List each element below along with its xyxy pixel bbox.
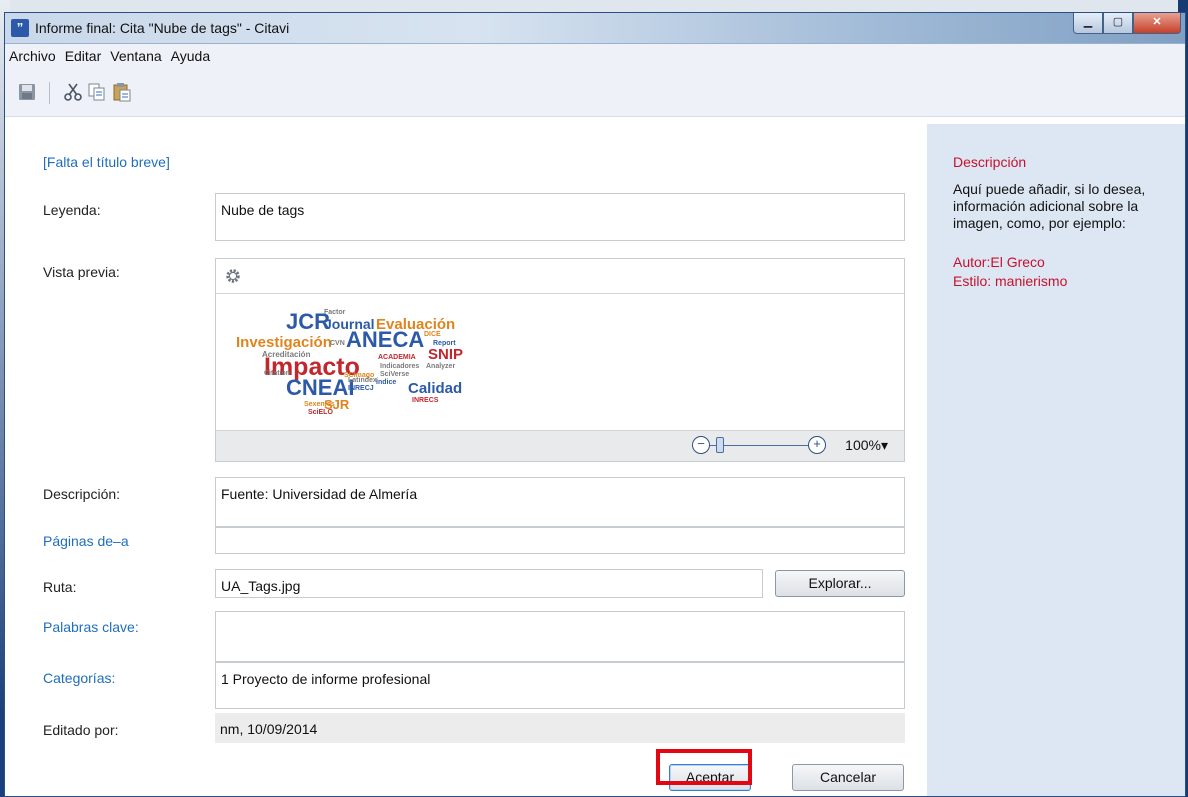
tag-word: CNEAI [286, 375, 355, 400]
zoom-out-icon[interactable]: − [692, 436, 710, 454]
copy-icon[interactable] [87, 82, 107, 102]
zoom-slider-track[interactable] [710, 445, 812, 446]
tag-word: Latindex [348, 377, 377, 384]
chevron-down-icon: ▾ [880, 437, 888, 453]
menu-editar[interactable]: Editar [61, 44, 107, 64]
menu-ayuda[interactable]: Ayuda [167, 44, 215, 64]
tag-word: Investigación [236, 334, 332, 351]
desktop-background [0, 0, 1188, 12]
description-field[interactable]: Fuente: Universidad de Almería [215, 477, 905, 527]
paste-icon[interactable] [112, 82, 132, 102]
accept-button-highlight [656, 749, 752, 785]
zoom-slider-thumb[interactable] [716, 437, 724, 453]
image-preview: JCR Factor Journal Evaluación Investigac… [215, 258, 905, 462]
gear-icon[interactable] [224, 267, 242, 285]
citavi-app-icon: ” [11, 19, 29, 37]
sidebar-help-text: Aquí puede añadir, si lo desea, informac… [953, 181, 1146, 231]
tag-word: ANECA [346, 327, 425, 352]
save-icon[interactable] [17, 82, 37, 102]
caption-field[interactable]: Nube de tags [215, 193, 905, 241]
tag-word: SNIP [428, 346, 464, 363]
tag-cloud-image: JCR Factor Journal Evaluación Investigac… [216, 293, 906, 431]
keywords-link[interactable]: Palabras clave: [43, 619, 139, 635]
tag-word: SciELO [308, 409, 333, 416]
path-label: Ruta: [43, 579, 77, 595]
zoom-in-icon[interactable]: + [808, 436, 826, 454]
path-field[interactable]: UA_Tags.jpg [215, 569, 763, 598]
zoom-bar: − + 100%▾ [216, 430, 904, 461]
cancel-button[interactable]: Cancelar [792, 764, 904, 791]
citavi-dialog-window: ” Informe final: Cita "Nube de tags" - C… [4, 12, 1186, 797]
pages-link[interactable]: Páginas de–a [43, 533, 129, 549]
tag-word: Analyzer [426, 363, 456, 370]
tag-word: SciVerse [380, 371, 410, 378]
toolbar-separator [49, 82, 50, 104]
cut-icon[interactable] [63, 82, 83, 102]
description-sidebar: Descripción Aquí puede añadir, si lo des… [927, 124, 1185, 796]
menu-archivo[interactable]: Archivo [5, 44, 61, 64]
short-title-link[interactable]: [Falta el título breve] [43, 154, 170, 170]
window-title: Informe final: Cita "Nube de tags" - Cit… [35, 20, 290, 36]
toolbar [5, 70, 1185, 117]
zoom-level-value: 100% [845, 437, 881, 453]
tag-word: Factor [324, 309, 346, 316]
categories-field[interactable]: 1 Proyecto de informe profesional [215, 662, 905, 709]
description-label: Descripción: [43, 486, 121, 502]
sidebar-example-author: Autor:El Greco [953, 254, 1045, 270]
tag-word: INRECS [412, 397, 439, 404]
tag-word: CVN [330, 340, 345, 347]
tag-word: Índice [376, 379, 397, 386]
tag-word: ACADEMIA [378, 354, 416, 361]
edited-by-label: Editado por: [43, 722, 119, 738]
title-bar: ” Informe final: Cita "Nube de tags" - C… [5, 13, 1185, 44]
sidebar-title: Descripción [953, 154, 1027, 170]
categories-link[interactable]: Categorías: [43, 670, 115, 686]
pages-field[interactable] [215, 527, 905, 554]
zoom-level-dropdown[interactable]: 100%▾ [845, 437, 888, 454]
minimize-icon[interactable]: ▁ [1073, 13, 1103, 34]
sidebar-example-style: Estilo: manierismo [953, 273, 1068, 289]
keywords-field[interactable] [215, 611, 905, 662]
edited-by-field: nm, 10/09/2014 [215, 713, 905, 743]
tag-word: INRECJ [348, 385, 374, 392]
menu-bar: Archivo Editar Ventana Ayuda [5, 44, 1185, 70]
preview-label: Vista previa: [43, 264, 120, 280]
caption-label: Leyenda: [43, 202, 101, 218]
close-icon[interactable]: ✕ [1133, 13, 1181, 34]
tag-word: Indicadores [380, 363, 420, 370]
browse-button[interactable]: Explorar... [775, 570, 905, 597]
tag-word: Calidad [408, 380, 463, 397]
menu-ventana[interactable]: Ventana [106, 44, 166, 64]
tag-word: DICE [424, 331, 441, 338]
maximize-icon[interactable]: ▢ [1103, 13, 1133, 34]
